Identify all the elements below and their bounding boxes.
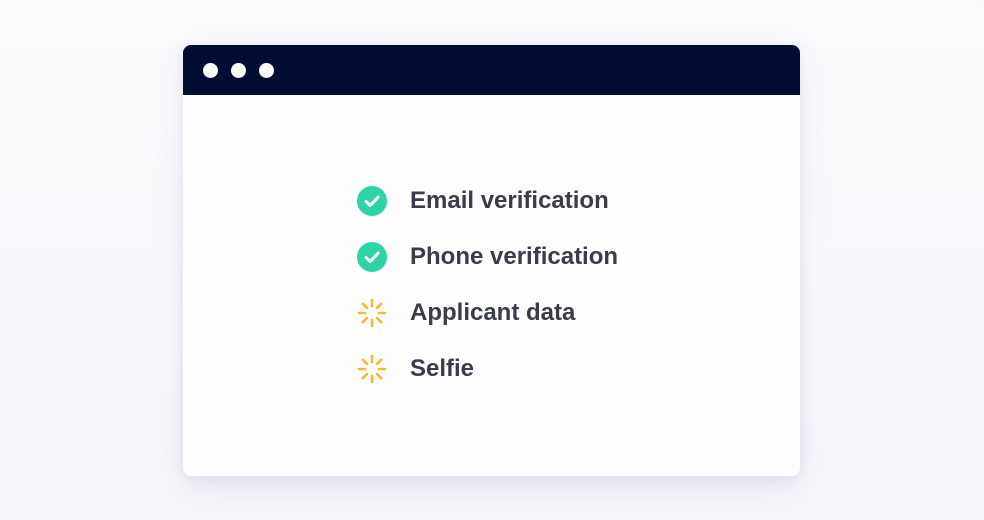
checklist-item-phone: Phone verification xyxy=(357,241,697,273)
checklist-item-label: Applicant data xyxy=(410,299,576,326)
loading-spinner-icon xyxy=(357,354,387,384)
checklist-item-label: Phone verification xyxy=(410,243,619,270)
window-control-dot[interactable] xyxy=(259,63,274,78)
checklist-item-label: Selfie xyxy=(410,355,475,382)
window-control-dot[interactable] xyxy=(231,63,246,78)
loading-spinner-icon xyxy=(357,298,387,328)
browser-window: Email verification Phone verification Ap… xyxy=(183,45,800,476)
check-circle-icon xyxy=(357,186,387,216)
check-circle-icon xyxy=(357,242,387,272)
checklist-item-label: Email verification xyxy=(410,187,609,214)
window-titlebar xyxy=(183,45,800,95)
checklist-item-email: Email verification xyxy=(357,185,697,217)
window-control-dot[interactable] xyxy=(203,63,218,78)
checklist-item-applicant-data: Applicant data xyxy=(357,297,697,329)
checklist-item-selfie: Selfie xyxy=(357,353,697,385)
